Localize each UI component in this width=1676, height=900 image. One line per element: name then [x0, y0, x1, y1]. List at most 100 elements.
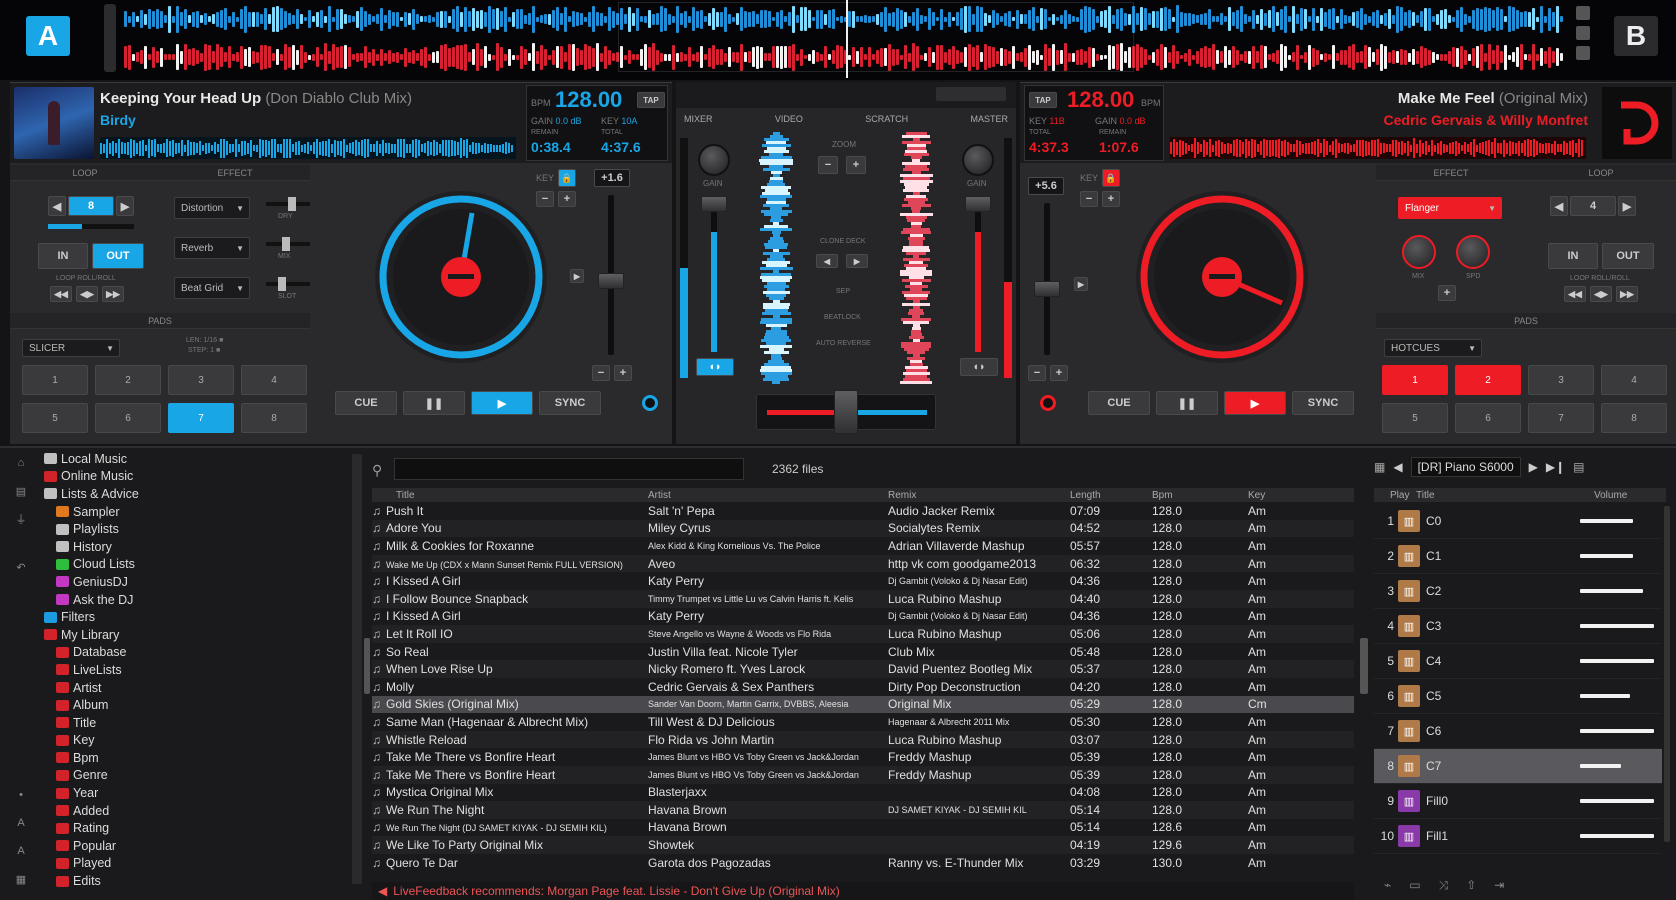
- deck-b-roll-buttons[interactable]: ◀◀ ◀▶ ▶▶: [1564, 286, 1638, 302]
- table-row[interactable]: ♫ Push It Salt 'n' Pepa Audio Jacker Remix 0…: [372, 502, 1354, 520]
- sampler-volume[interactable]: [1580, 799, 1654, 803]
- deck-a-sync-button[interactable]: SYNC: [539, 391, 601, 415]
- table-row[interactable]: ♫ Take Me There vs Bonfire Heart James Blu…: [372, 765, 1354, 784]
- deck-a-overview-waveform[interactable]: [100, 137, 516, 159]
- deck-a-fx-slider-3[interactable]: [266, 277, 310, 291]
- sampler-piano-icon[interactable]: ▥: [1398, 580, 1420, 602]
- deck-a-play-button[interactable]: ▶: [471, 391, 533, 415]
- col-length-header[interactable]: Length: [1048, 490, 1124, 501]
- deck-b-key-lock[interactable]: 🔒: [1102, 169, 1120, 187]
- font-large-icon[interactable]: A: [12, 816, 30, 830]
- deck-b-pad-1[interactable]: 1: [1382, 365, 1448, 395]
- tree-item[interactable]: Key: [44, 732, 350, 750]
- deck-a-key-minus[interactable]: −: [536, 191, 554, 207]
- deck-b-loop-prev[interactable]: ◀: [1550, 196, 1568, 216]
- deck-a-effect-1[interactable]: Distortion: [174, 197, 250, 219]
- sampler-volume[interactable]: [1580, 519, 1654, 523]
- tree-item[interactable]: My Library: [44, 626, 350, 644]
- tree-item[interactable]: Artist: [44, 679, 350, 697]
- deck-b-pad-4[interactable]: 4: [1601, 365, 1667, 395]
- tree-item[interactable]: Local Music: [44, 450, 350, 468]
- deck-b-pitch-fader[interactable]: [1034, 281, 1060, 297]
- sampler-record-icon[interactable]: ⌁: [1384, 878, 1391, 893]
- col-title-header[interactable]: Title: [372, 490, 640, 501]
- tree-item[interactable]: Genre: [44, 767, 350, 785]
- deck-a-pitch-nudge[interactable]: ▶: [570, 269, 584, 283]
- table-row[interactable]: ♫ We Like To Party Original Mix Showtek 04:…: [372, 836, 1354, 854]
- table-row[interactable]: ♫ Mystica Original Mix Blasterjaxx 04:08 128…: [372, 784, 1354, 802]
- table-row[interactable]: ♫ Molly Cedric Gervais & Sex Panthers Dirty…: [372, 678, 1354, 696]
- col-remix-header[interactable]: Remix: [884, 490, 1048, 501]
- deck-b-loop-size[interactable]: 4: [1570, 196, 1616, 216]
- deck-a-badge[interactable]: A: [26, 16, 70, 56]
- sampler-row[interactable]: 10 ▥ Fill1: [1374, 819, 1662, 854]
- deck-a-pad-8[interactable]: 8: [241, 403, 307, 433]
- col-artist-header[interactable]: Artist: [640, 490, 884, 501]
- sampler-keyboard-icon[interactable]: ▭: [1409, 878, 1420, 893]
- sampler-piano-icon[interactable]: ▥: [1398, 545, 1420, 567]
- deck-b-loop-out[interactable]: OUT: [1602, 243, 1654, 269]
- filter-icon[interactable]: ⏚: [12, 512, 30, 526]
- table-row[interactable]: ♫ I Kissed A Girl Katy Perry Dj Gambit (Vol…: [372, 572, 1354, 590]
- deck-a-loop-in[interactable]: IN: [38, 243, 88, 269]
- waveform-side-buttons[interactable]: [1576, 6, 1590, 70]
- deck-b-fx-add[interactable]: +: [1438, 285, 1456, 301]
- deck-b-pitch-track[interactable]: [1044, 203, 1050, 355]
- table-row[interactable]: ♫ Milk & Cookies for Roxanne Alex Kidd & K…: [372, 537, 1354, 555]
- deck-a-pitch-minus[interactable]: −: [592, 365, 610, 381]
- tracks-left-scrollbar[interactable]: [364, 638, 370, 694]
- sampler-row[interactable]: 4 ▥ C3: [1374, 609, 1662, 644]
- tree-item[interactable]: Bpm: [44, 749, 350, 767]
- deck-b-fx-knob-1[interactable]: [1402, 235, 1436, 269]
- deck-b-pad-6[interactable]: 6: [1455, 403, 1521, 433]
- deck-a-pitch-fader[interactable]: [598, 273, 624, 289]
- crossfader-cap[interactable]: [834, 390, 858, 434]
- mixer-volume-a-fader[interactable]: [701, 196, 727, 212]
- deck-b-pad-2[interactable]: 2: [1455, 365, 1521, 395]
- tree-item[interactable]: Database: [44, 644, 350, 662]
- mixer-vertical-waveform-b[interactable]: [898, 132, 934, 384]
- tree-item[interactable]: Ask the DJ: [44, 591, 350, 609]
- mixer-clone-right[interactable]: ▶: [846, 254, 868, 268]
- deck-a-sync-led-icon[interactable]: [642, 395, 658, 411]
- sampler-next-icon[interactable]: ▶❙: [1546, 460, 1565, 474]
- deck-b-loop-in[interactable]: IN: [1548, 243, 1598, 269]
- deck-b-overview-waveform[interactable]: [1170, 137, 1586, 159]
- deck-b-pitch-minus[interactable]: −: [1028, 365, 1046, 381]
- sampler-row[interactable]: 1 ▥ C0: [1374, 504, 1662, 539]
- deck-a-pad-7[interactable]: 7: [168, 403, 234, 433]
- deck-a-effect-2[interactable]: Reverb: [174, 237, 250, 259]
- mixer-tab-3[interactable]: MASTER: [970, 114, 1008, 124]
- deck-b-sync-led-icon[interactable]: [1040, 395, 1056, 411]
- tree-item[interactable]: Sampler: [44, 503, 350, 521]
- deck-b-pitch-nudge[interactable]: ▶: [1074, 277, 1088, 291]
- mixer-zoom-out[interactable]: −: [818, 156, 838, 174]
- table-row[interactable]: ♫ Gold Skies (Original Mix) Sander Van Doo…: [372, 695, 1354, 714]
- deck-a-bpm-display[interactable]: BPM 128.00 TAP GAIN 0.0 dB KEY 10A REMAI…: [526, 85, 668, 161]
- deck-b-effect[interactable]: Flanger: [1398, 197, 1502, 219]
- sampler-volume[interactable]: [1580, 554, 1654, 558]
- table-row[interactable]: ♫ Quero Te Dar Garota dos Pagozadas Ranny v…: [372, 854, 1354, 872]
- deck-b-bpm-display[interactable]: TAP 128.00 BPM KEY 11B GAIN 0.0 dB TOTAL…: [1024, 85, 1164, 161]
- table-row[interactable]: ♫ We Run The Night (DJ SAMET KIYAK - DJ S…: [372, 819, 1354, 837]
- deck-b-cue-button[interactable]: CUE: [1088, 391, 1150, 415]
- mixer-zoom-in[interactable]: +: [846, 156, 866, 174]
- dot-icon[interactable]: •: [12, 788, 30, 802]
- sampler-piano-icon[interactable]: ▥: [1398, 825, 1420, 847]
- table-row[interactable]: ♫ Wake Me Up (CDX x Mann Sunset Remix FUL…: [372, 554, 1354, 573]
- mixer-pfl-a-button[interactable]: ◖◗: [696, 358, 734, 376]
- sampler-row[interactable]: 7 ▥ C6: [1374, 714, 1662, 749]
- deck-a-pad-3[interactable]: 3: [168, 365, 234, 395]
- mixer-gain-b-knob[interactable]: [962, 144, 994, 176]
- mixer-pfl-b-button[interactable]: ◖◗: [960, 358, 998, 376]
- sampler-prev-icon[interactable]: ◀: [1393, 460, 1402, 474]
- sampler-volume[interactable]: [1580, 694, 1654, 698]
- deck-a-roll-buttons[interactable]: ◀◀ ◀▶ ▶▶: [50, 286, 124, 302]
- table-row[interactable]: ♫ Adore You Miley Cyrus Socialytes Remix 04:…: [372, 519, 1354, 538]
- waveform-scroll-thumb[interactable]: [104, 4, 116, 72]
- tree-item[interactable]: Album: [44, 696, 350, 714]
- deck-a-jog-wheel[interactable]: [375, 191, 547, 363]
- deck-b-pad-8[interactable]: 8: [1601, 403, 1667, 433]
- deck-a-pad-mode[interactable]: SLICER: [22, 339, 120, 357]
- tree-item[interactable]: Played: [44, 855, 350, 873]
